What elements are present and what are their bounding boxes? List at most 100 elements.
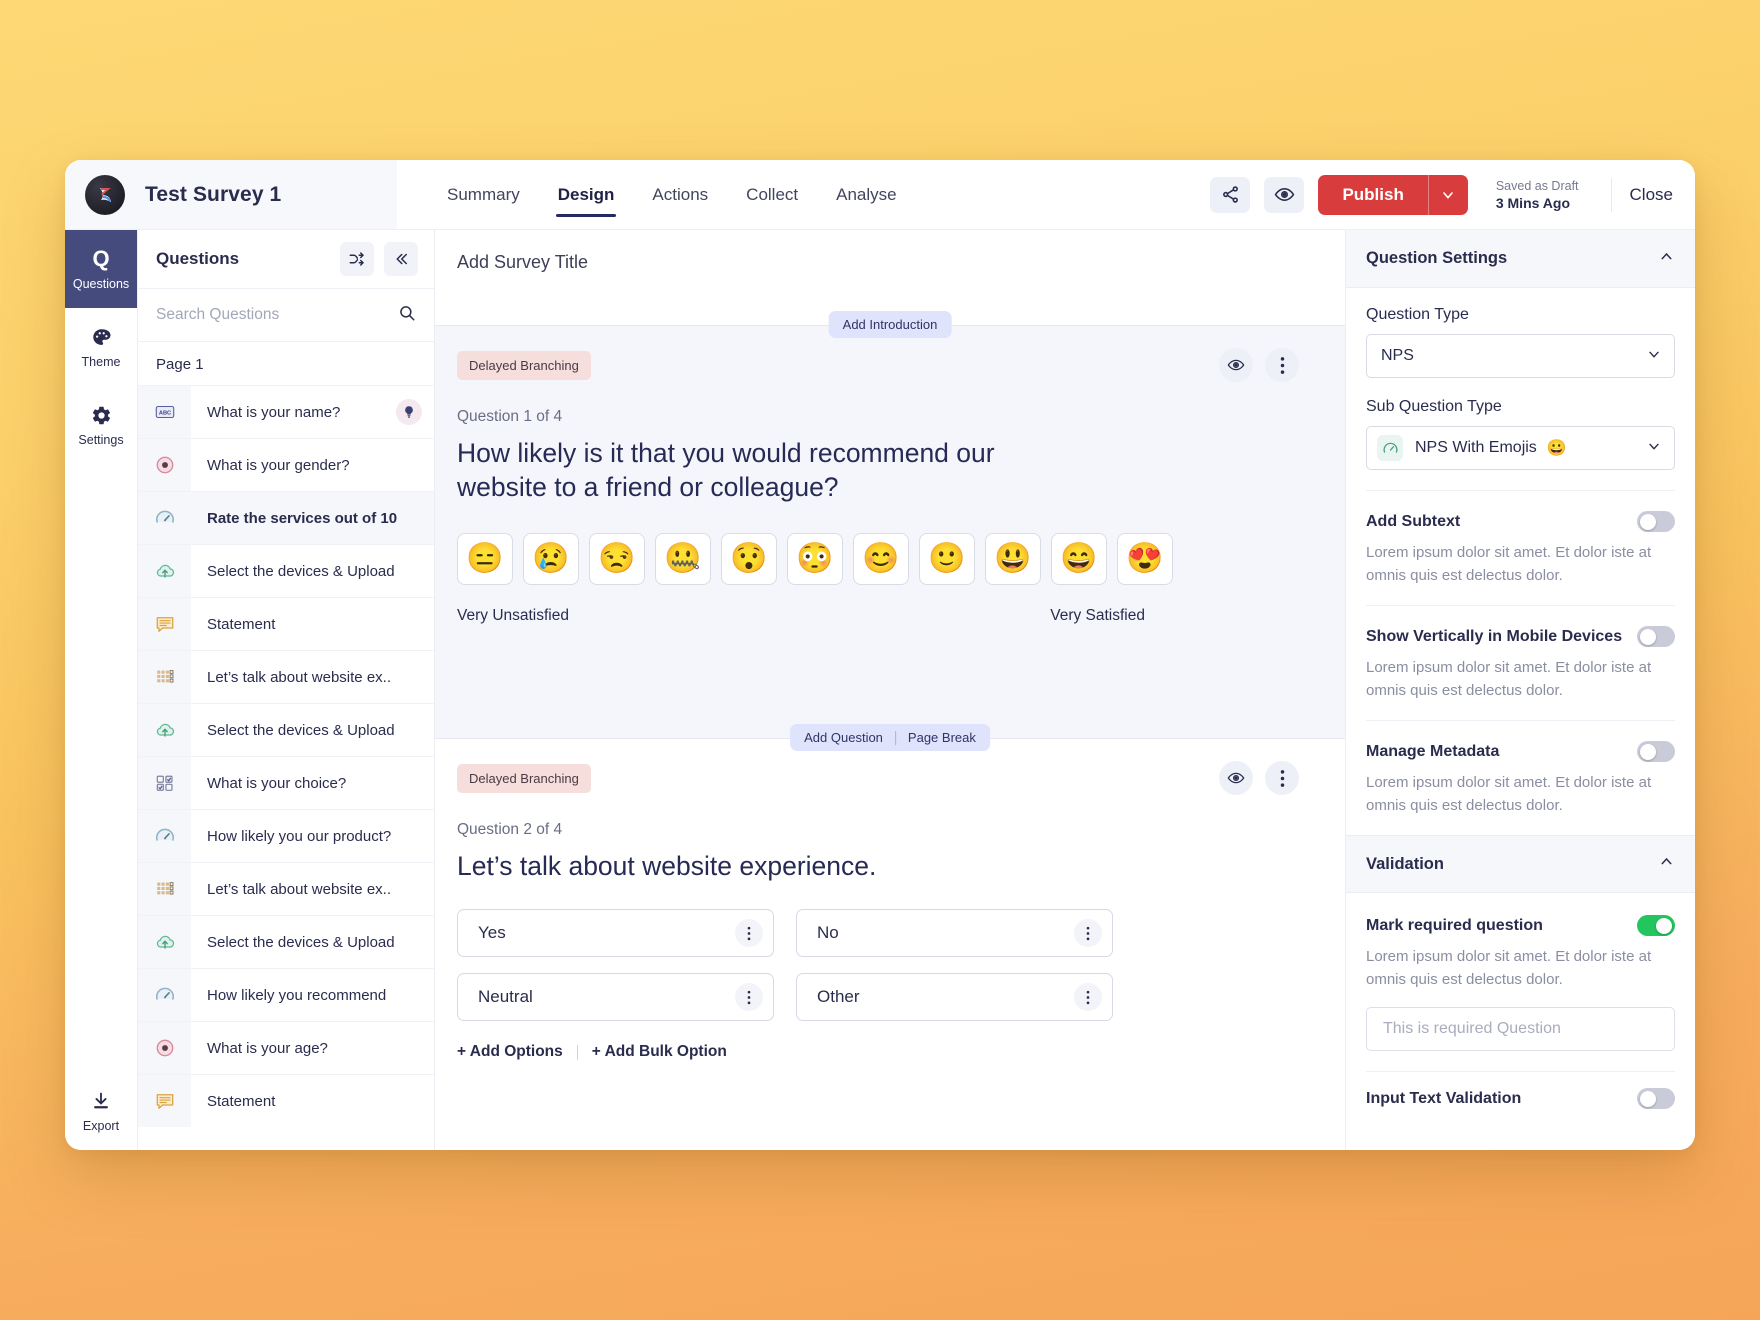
question-letter-icon: Q xyxy=(92,246,110,271)
add-subtext-toggle[interactable] xyxy=(1637,511,1675,532)
add-bulk-option-button[interactable]: + Add Bulk Option xyxy=(592,1043,727,1061)
mark-required-label: Mark required question xyxy=(1366,916,1543,934)
app-body: Q Questions Theme Settings Export Questi… xyxy=(65,230,1695,1150)
question-1-counter: Question 1 of 4 xyxy=(457,408,563,425)
saved-status: Saved as Draft 3 Mins Ago xyxy=(1482,179,1597,211)
lightbulb-icon[interactable] xyxy=(396,399,422,425)
question-more-menu-button[interactable] xyxy=(1265,348,1299,382)
gauge-icon xyxy=(138,810,191,862)
question-type-select[interactable]: NPS xyxy=(1366,334,1675,378)
validation-header[interactable]: Validation xyxy=(1346,835,1695,893)
question-list-item[interactable]: Select the devices & Upload xyxy=(138,703,434,756)
sub-question-type-select[interactable]: NPS With Emojis 😀 xyxy=(1366,426,1675,470)
answer-option[interactable]: Yes xyxy=(457,909,774,958)
answer-option[interactable]: Neutral xyxy=(457,973,774,1022)
input-text-validation-label: Input Text Validation xyxy=(1366,1089,1522,1107)
nps-emoji-tile[interactable]: 🤐 xyxy=(655,532,711,585)
chevron-down-icon xyxy=(1646,346,1662,367)
answer-option-menu-button[interactable] xyxy=(735,919,763,948)
nps-emoji-tile[interactable]: 😯 xyxy=(721,532,777,585)
add-subtext-label: Add Subtext xyxy=(1366,512,1461,530)
rail-item-questions[interactable]: Q Questions xyxy=(65,230,137,308)
share-button[interactable] xyxy=(1210,176,1251,213)
question-list-item[interactable]: Select the devices & Upload xyxy=(138,544,434,597)
add-question-button[interactable]: Add Question xyxy=(804,730,883,745)
search-icon[interactable] xyxy=(398,304,416,327)
question-list-item[interactable]: Select the devices & Upload xyxy=(138,915,434,968)
rail-item-export[interactable]: Export xyxy=(65,1072,137,1150)
nps-emoji-tile[interactable]: 😍 xyxy=(1117,532,1173,585)
pill-separator xyxy=(894,730,896,745)
question-list-item-label: Let’s talk about website ex.. xyxy=(207,668,391,686)
page-break-button[interactable]: Page Break xyxy=(908,730,976,745)
question-2-title[interactable]: Let’s talk about website experience. xyxy=(435,839,1075,883)
question-list-item[interactable]: Statement xyxy=(138,1074,434,1127)
question-list-item[interactable]: What is your gender? xyxy=(138,438,434,491)
rail-item-theme[interactable]: Theme xyxy=(65,308,137,386)
survey-title[interactable]: Test Survey 1 xyxy=(145,183,281,207)
nps-emoji-tile[interactable]: 😄 xyxy=(1051,532,1107,585)
nps-emoji-tile[interactable]: 😊 xyxy=(853,532,909,585)
question-1-title[interactable]: How likely is it that you would recommen… xyxy=(435,426,1075,505)
publish-button-group[interactable]: Publish xyxy=(1318,174,1468,215)
add-options-button[interactable]: + Add Options xyxy=(457,1043,563,1061)
question-list-item[interactable]: ABC What is your name? xyxy=(138,385,434,438)
nps-emoji-tile[interactable]: 😑 xyxy=(457,532,513,585)
collapse-panel-button[interactable] xyxy=(384,242,418,276)
question-preview-button[interactable] xyxy=(1219,348,1253,382)
answer-option-menu-button[interactable] xyxy=(1074,983,1102,1012)
input-text-validation-toggle[interactable] xyxy=(1637,1088,1675,1109)
nps-emoji-tile[interactable]: 😒 xyxy=(589,532,645,585)
nps-emoji-tile[interactable]: 🙂 xyxy=(919,532,975,585)
question-2-more-menu-button[interactable] xyxy=(1265,761,1299,795)
rail-item-settings[interactable]: Settings xyxy=(65,386,137,464)
tab-summary[interactable]: Summary xyxy=(445,160,522,229)
question-list-item[interactable]: Let’s talk about website ex.. xyxy=(138,650,434,703)
add-question-pill[interactable]: Add Question Page Break xyxy=(790,724,990,751)
add-introduction-button[interactable]: Add Introduction xyxy=(828,311,952,338)
question-list-item[interactable]: How likely you recommend xyxy=(138,968,434,1021)
input-text-validation-row: Input Text Validation xyxy=(1366,1072,1675,1109)
tab-actions[interactable]: Actions xyxy=(650,160,710,229)
publish-dropdown-caret[interactable] xyxy=(1427,174,1468,215)
question-list-item[interactable]: How likely you our product? xyxy=(138,809,434,862)
question-list: ABC What is your name? What is your gender… xyxy=(138,385,434,1150)
question-2-preview-button[interactable] xyxy=(1219,761,1253,795)
question-settings-header[interactable]: Question Settings xyxy=(1346,230,1695,288)
statement-icon xyxy=(138,1075,191,1127)
shuffle-button[interactable] xyxy=(340,242,374,276)
question-2-options-grid: Yes No Neutral Other xyxy=(435,883,1135,1022)
question-list-item[interactable]: What is your choice? xyxy=(138,756,434,809)
search-input[interactable] xyxy=(156,306,398,324)
manage-metadata-toggle[interactable] xyxy=(1637,741,1675,762)
radio-button-icon xyxy=(138,439,191,491)
question-list-item[interactable]: Statement xyxy=(138,597,434,650)
show-vertically-toggle[interactable] xyxy=(1637,626,1675,647)
smiley-emoji-icon: 😀 xyxy=(1546,440,1567,457)
answer-option-menu-button[interactable] xyxy=(1074,919,1102,948)
nps-emoji-tile[interactable]: 😢 xyxy=(523,532,579,585)
tab-design[interactable]: Design xyxy=(555,160,617,229)
nps-emoji-tile[interactable]: 😳 xyxy=(787,532,843,585)
tab-collect[interactable]: Collect xyxy=(744,160,800,229)
publish-button[interactable]: Publish xyxy=(1318,174,1428,215)
chevron-up-icon[interactable] xyxy=(1658,853,1675,875)
answer-option[interactable]: No xyxy=(796,909,1113,958)
chevron-up-icon[interactable] xyxy=(1658,248,1675,270)
close-button[interactable]: Close xyxy=(1610,177,1673,212)
saved-status-time: 3 Mins Ago xyxy=(1495,194,1570,211)
nps-emoji-tile[interactable]: 😃 xyxy=(985,532,1041,585)
question-list-item[interactable]: Let’s talk about website ex.. xyxy=(138,862,434,915)
mark-required-toggle[interactable] xyxy=(1637,915,1675,936)
question-list-item[interactable]: Rate the services out of 10 xyxy=(138,491,434,544)
tab-analyse[interactable]: Analyse xyxy=(834,160,898,229)
question-settings-body: Question Type NPS Sub Question Type NPS … xyxy=(1346,288,1695,835)
question-list-item[interactable]: What is your age? xyxy=(138,1021,434,1074)
answer-option-menu-button[interactable] xyxy=(735,983,763,1012)
required-message-input[interactable] xyxy=(1383,1020,1658,1038)
required-message-field[interactable] xyxy=(1366,1007,1675,1051)
preview-button[interactable] xyxy=(1264,176,1305,213)
add-survey-title[interactable]: Add Survey Title xyxy=(435,230,1345,287)
answer-option[interactable]: Other xyxy=(796,973,1113,1022)
gauge-icon xyxy=(138,492,191,544)
